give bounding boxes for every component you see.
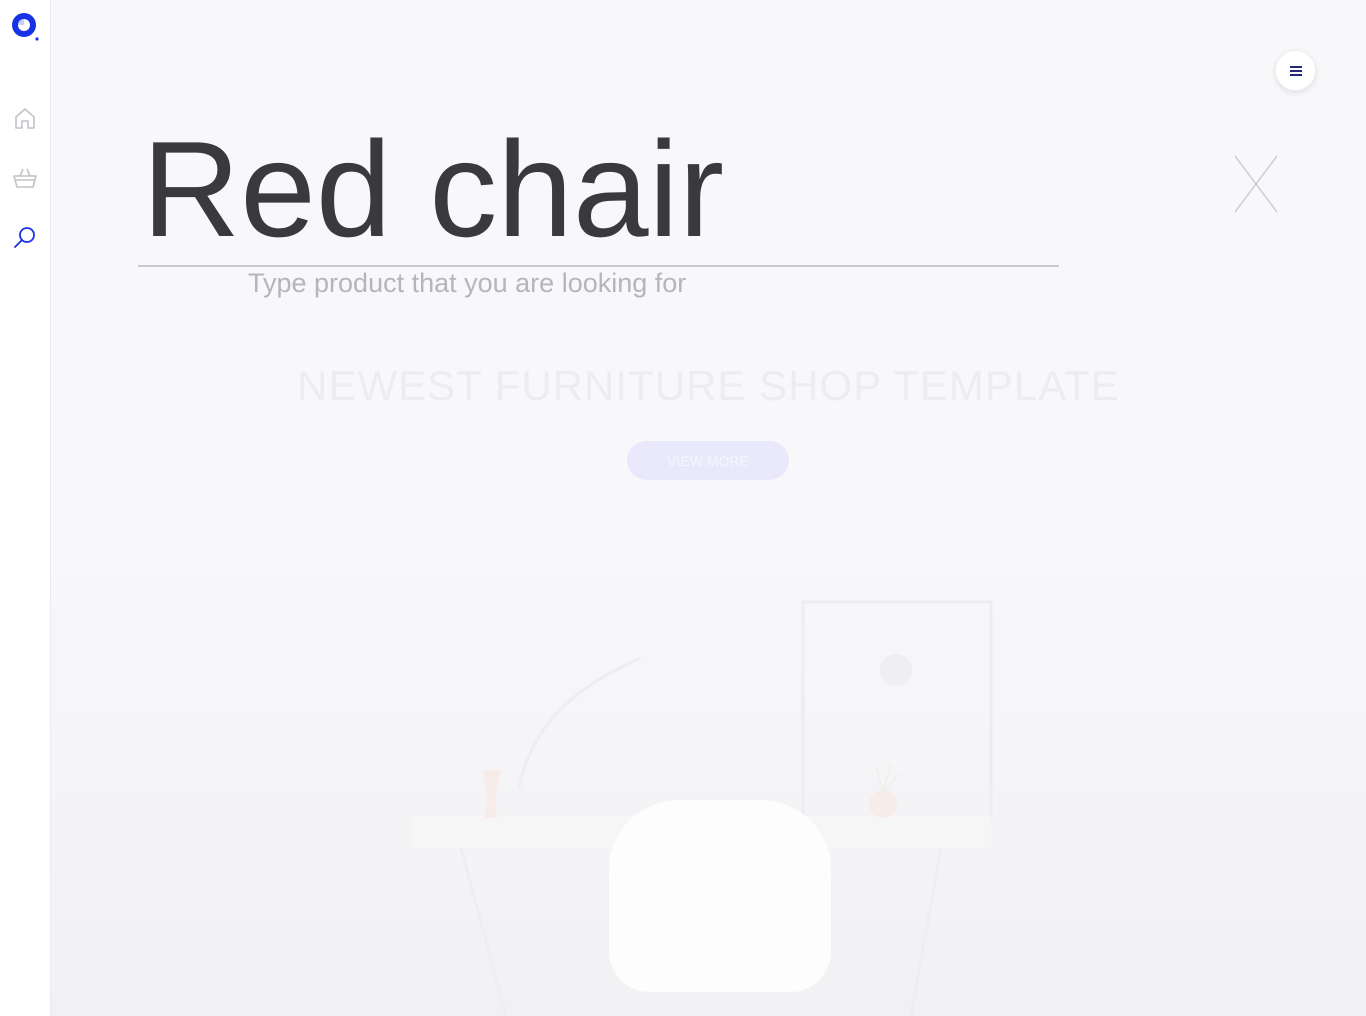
search-overlay: Type product that you are looking for xyxy=(51,0,1366,1016)
logo-icon[interactable] xyxy=(10,11,40,41)
basket-icon[interactable] xyxy=(12,165,38,191)
menu-button[interactable] xyxy=(1275,50,1316,91)
sidebar xyxy=(0,0,51,1016)
search-input[interactable] xyxy=(138,112,1059,267)
close-icon[interactable] xyxy=(1231,152,1281,216)
home-icon[interactable] xyxy=(12,105,38,131)
search-hint: Type product that you are looking for xyxy=(248,268,687,298)
hamburger-icon xyxy=(1290,66,1302,76)
search-icon[interactable] xyxy=(12,225,38,251)
